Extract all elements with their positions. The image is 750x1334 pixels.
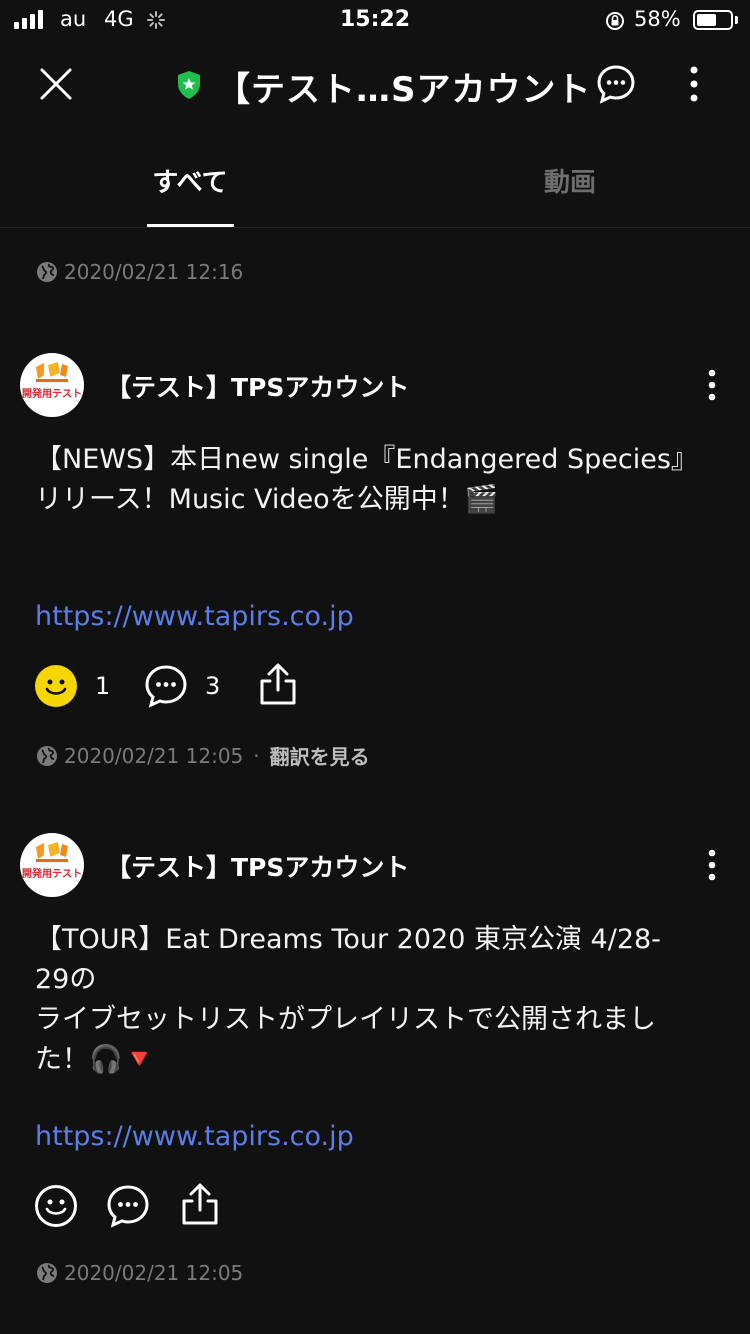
globe-icon [37,1263,57,1283]
avatar[interactable]: 開発用テスト [20,353,84,417]
reaction-count: 1 [95,672,111,700]
battery-icon [693,10,733,30]
avatar-label: 開発用テスト [22,867,82,880]
account-logo-icon: 開発用テスト [22,842,82,880]
post-timestamp: 2020/02/21 12:05 [64,743,244,768]
status-bar: au 4G 15:22 58% [0,0,750,44]
avatar-label: 開発用テスト [22,387,82,400]
feed-timestamp: 2020/02/21 12:16 [64,260,244,284]
battery-percent: 58% [634,7,681,31]
post-author[interactable]: 【テスト】TPSアカウント [106,368,409,404]
globe-icon [37,262,57,282]
globe-icon [37,745,57,766]
post-author[interactable]: 【テスト】TPSアカウント [106,848,409,884]
avatar[interactable]: 開発用テスト [20,833,84,897]
translate-link[interactable]: 翻訳を見る [270,741,370,770]
more-vertical-icon[interactable] [684,64,704,104]
post-timestamp: 2020/02/21 12:05 [64,1261,244,1285]
page-title: 【テスト…Sアカウント [216,70,592,110]
tab-divider [0,227,750,228]
chat-bubble-icon[interactable] [596,64,636,104]
post-body: 【TOUR】Eat Dreams Tour 2020 東京公演 4/28-29の… [35,924,661,1075]
feed-timestamp-row: 2020/02/21 12:16 [36,260,243,284]
reaction-smile-icon[interactable] [34,1184,78,1228]
tab-video[interactable]: 動画 [500,162,640,199]
post-timestamp-row: 2020/02/21 12:05 · 翻訳を見る [36,741,370,770]
account-logo-icon: 開発用テスト [22,362,82,400]
post-link[interactable]: https://www.tapirs.co.jp [35,601,354,632]
share-icon[interactable] [180,1182,220,1226]
shield-star-icon [178,71,200,99]
share-icon[interactable] [258,662,298,706]
close-icon[interactable] [38,66,74,102]
tab-all[interactable]: すべて [120,162,260,199]
post-timestamp-row: 2020/02/21 12:05 [36,1261,243,1285]
comment-count: 3 [205,672,221,700]
post-body: 【NEWS】本日new single『Endangered Species』 リ… [35,444,698,515]
battery-tip [735,16,738,24]
comment-icon[interactable] [106,1184,150,1228]
post-link[interactable]: https://www.tapirs.co.jp [35,1121,354,1152]
meta-separator: · [253,743,260,768]
post-more-icon[interactable] [702,848,722,882]
reaction-smile-icon[interactable] [34,664,78,708]
orientation-lock-icon [606,12,624,30]
comment-icon[interactable] [144,664,188,708]
post-more-icon[interactable] [702,368,722,402]
